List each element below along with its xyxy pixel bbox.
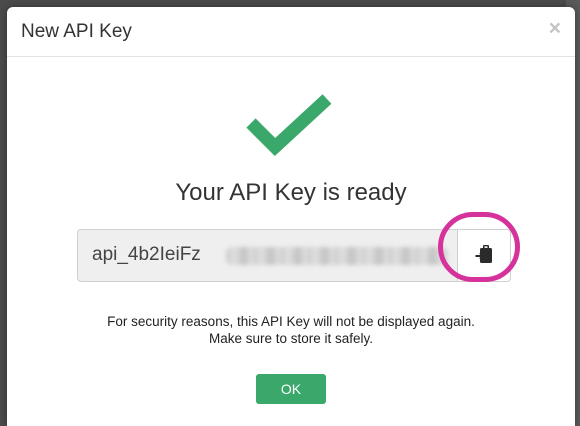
ok-button[interactable]: OK bbox=[256, 374, 326, 404]
close-button[interactable]: × bbox=[549, 18, 561, 39]
api-key-value: api_4b2IeiFz bbox=[92, 244, 201, 265]
success-heading: Your API Key is ready bbox=[175, 179, 407, 206]
checkmark-icon bbox=[246, 94, 332, 157]
modal-header: New API Key × bbox=[7, 7, 575, 57]
highlight-annotation bbox=[438, 212, 520, 282]
notice-line-2: Make sure to store it safely. bbox=[208, 331, 374, 346]
notice-line-1: For security reasons, this API Key will … bbox=[107, 314, 475, 329]
modal-title: New API Key bbox=[21, 21, 132, 42]
security-notice: For security reasons, this API Key will … bbox=[7, 313, 575, 347]
api-key-field[interactable]: api_4b2IeiFz bbox=[77, 229, 458, 282]
api-key-redacted bbox=[226, 247, 448, 265]
